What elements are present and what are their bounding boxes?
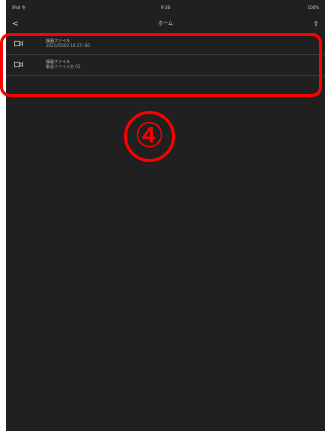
- page-title: ホーム: [158, 21, 173, 27]
- ipad-screen: iPad 令 9:38 100% < ホーム ⇧ 録画ファイル 2021/05/…: [6, 0, 325, 431]
- callout-number: ④: [124, 111, 175, 162]
- status-bar: iPad 令 9:38 100%: [6, 0, 325, 16]
- list-item-subtitle: 2021/05/03 16:37:-06: [46, 43, 90, 48]
- status-battery: 100%: [307, 5, 319, 10]
- list-item[interactable]: 録画ファイル 2021/05/03 16:37:-06: [6, 34, 325, 55]
- navigation-bar: < ホーム ⇧: [6, 16, 325, 32]
- video-camera-icon: [14, 61, 23, 68]
- recording-list: 録画ファイル 2021/05/03 16:37:-06 録画ファイル 動画ファイ…: [6, 34, 325, 76]
- page: iPad 令 9:38 100% < ホーム ⇧ 録画ファイル 2021/05/…: [0, 0, 329, 436]
- list-item-subtitle: 動画ファイル名 01: [46, 64, 81, 69]
- status-time: 9:38: [161, 5, 170, 10]
- share-button[interactable]: ⇧: [313, 16, 319, 32]
- list-item-text: 録画ファイル 動画ファイル名 01: [46, 59, 80, 69]
- list-item[interactable]: 録画ファイル 動画ファイル名 01: [6, 55, 325, 76]
- list-item-text: 録画ファイル 2021/05/03 16:37:-06: [46, 38, 90, 48]
- video-camera-icon: [14, 40, 23, 47]
